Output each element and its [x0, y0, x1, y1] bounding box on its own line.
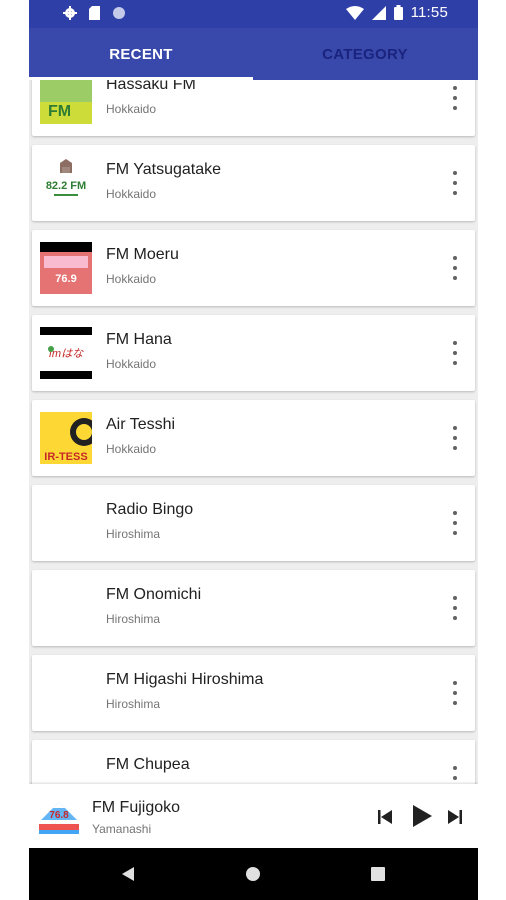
station-name: FM Chupea [106, 756, 190, 773]
station-logo-image: IR-TESS [40, 412, 92, 464]
skip-next-icon[interactable] [447, 809, 463, 825]
station-region: Hokkaido [106, 442, 157, 456]
station-region: Hokkaido [106, 102, 157, 116]
recents-icon[interactable] [371, 867, 385, 881]
station-logo-image: 82.2 FM [40, 157, 92, 209]
station-region: Hokkaido [106, 272, 157, 286]
station-logo-image: fmはな [40, 327, 92, 379]
back-icon[interactable] [121, 866, 135, 882]
station-name: FM Onomichi [106, 586, 202, 603]
station-name: Air Tesshi [106, 416, 176, 433]
station-name: Hassaku FM [106, 80, 196, 93]
station-card[interactable]: FM Onomichi Hiroshima [32, 570, 475, 646]
svg-text:76.8: 76.8 [49, 810, 69, 821]
app-bar: RECENT CATEGORY [29, 28, 478, 80]
station-region: Hokkaido [106, 187, 157, 201]
more-options-icon[interactable] [451, 341, 459, 365]
station-card[interactable]: IR-TESS Air Tesshi Hokkaido [32, 400, 475, 476]
station-card[interactable]: Radio Bingo Hiroshima [32, 485, 475, 561]
home-icon[interactable] [245, 866, 261, 882]
station-name: FM Yatsugatake [106, 161, 222, 178]
sd-card-icon [89, 6, 100, 20]
station-card[interactable]: FM Hassaku FM Hokkaido [32, 80, 475, 136]
svg-text:82.2 FM: 82.2 FM [46, 180, 86, 192]
station-list[interactable]: FM Hassaku FM Hokkaido 82.2 FM FM Yatsug… [29, 80, 478, 784]
more-options-icon[interactable] [451, 511, 459, 535]
station-name: FM Moeru [106, 246, 179, 263]
station-region: Hiroshima [106, 612, 161, 626]
station-region: Hokkaido [106, 357, 157, 371]
more-options-icon[interactable] [451, 86, 459, 110]
tab-category[interactable]: CATEGORY [253, 28, 477, 80]
tab-recent[interactable]: RECENT [29, 28, 253, 80]
station-region: Hiroshima [106, 697, 161, 711]
more-options-icon[interactable] [451, 426, 459, 450]
now-playing-region: Yamanashi [92, 822, 152, 836]
status-bar: 11:55 [29, 0, 478, 28]
svg-text:fmはな: fmはな [49, 348, 84, 360]
more-options-icon[interactable] [451, 256, 459, 280]
station-card[interactable]: FM Higashi Hiroshima Hiroshima [32, 655, 475, 731]
phone-screen: 11:55 RECENT CATEGORY FM Hassaku FM Hokk… [29, 0, 478, 900]
station-card[interactable]: 76.9 FM Moeru Hokkaido [32, 230, 475, 306]
play-icon[interactable] [411, 804, 433, 828]
station-name: FM Hana [106, 331, 172, 348]
battery-icon [393, 5, 403, 20]
station-name: FM Higashi Hiroshima [106, 671, 264, 688]
station-logo-image: FM [40, 80, 92, 124]
station-region: Hiroshima [106, 527, 161, 541]
system-navigation-bar [29, 848, 478, 900]
now-playing-title: FM Fujigoko [92, 799, 181, 816]
station-card[interactable]: fmはな FM Hana Hokkaido [32, 315, 475, 391]
skip-previous-icon[interactable] [377, 809, 393, 825]
now-playing-logo-image: 76.8 [37, 794, 81, 838]
circle-icon [113, 7, 125, 19]
wifi-icon [345, 5, 364, 20]
station-name: Radio Bingo [106, 501, 194, 518]
more-options-icon[interactable] [451, 766, 459, 784]
station-card[interactable]: 82.2 FM FM Yatsugatake Hokkaido [32, 145, 475, 221]
more-options-icon[interactable] [451, 596, 459, 620]
svg-text:IR-TESS: IR-TESS [44, 451, 87, 463]
svg-text:FM: FM [48, 103, 71, 120]
more-options-icon[interactable] [451, 171, 459, 195]
station-logo-image: 76.9 [40, 242, 92, 294]
gear-icon [63, 6, 77, 20]
svg-text:76.9: 76.9 [55, 273, 76, 285]
status-time: 11:55 [410, 4, 448, 21]
more-options-icon[interactable] [451, 681, 459, 705]
station-card[interactable]: FM Chupea [32, 740, 475, 784]
signal-icon [371, 5, 386, 20]
now-playing-bar[interactable]: 76.8 FM Fujigoko Yamanashi [29, 784, 478, 848]
